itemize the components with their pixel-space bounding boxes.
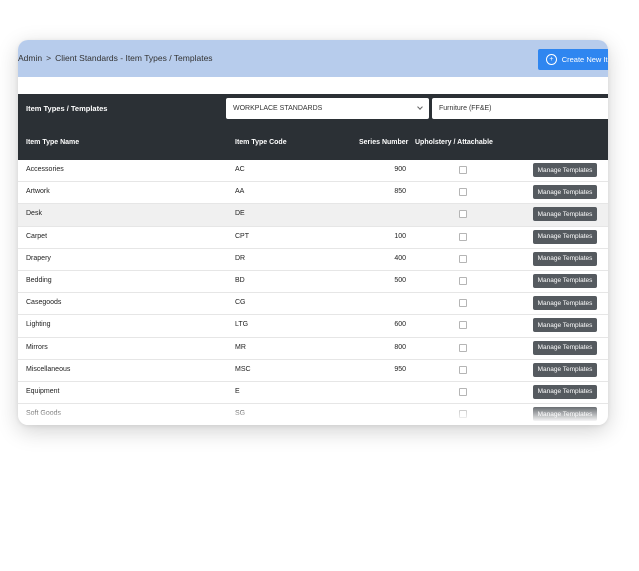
plus-circle-icon: + xyxy=(546,54,557,65)
table-row: Equipment E Manage Templates xyxy=(18,382,608,405)
manage-templates-button[interactable]: Manage Templates xyxy=(533,251,597,266)
manage-templates-button[interactable]: Manage Templates xyxy=(533,296,597,311)
table-header: Item Type Name Item Type Code Series Num… xyxy=(18,124,608,160)
category-select-value: Furniture (FF&E) xyxy=(439,105,492,112)
table-row: Drapery DR 400 Manage Templates xyxy=(18,249,608,271)
item-type-name: Carpet xyxy=(26,232,48,240)
standards-select[interactable]: WORKPLACE STANDARDS xyxy=(226,98,429,119)
upholstery-checkbox[interactable] xyxy=(459,254,467,263)
table-row: Mirrors MR 800 Manage Templates xyxy=(18,338,608,360)
item-type-name: Accessories xyxy=(26,166,64,173)
upholstery-checkbox[interactable] xyxy=(459,276,467,285)
item-type-name: Bedding xyxy=(26,276,52,284)
manage-templates-button[interactable]: Manage Templates xyxy=(533,273,597,288)
upholstery-checkbox[interactable] xyxy=(459,321,467,330)
chevron-down-icon xyxy=(417,104,423,110)
create-new-item-label: Create New Item xyxy=(561,55,608,64)
item-type-code: E xyxy=(235,387,240,395)
manage-templates-button[interactable]: Manage Templates xyxy=(533,384,597,399)
item-type-name: Miscellaneous xyxy=(26,365,71,373)
item-type-name: Mirrors xyxy=(26,343,48,351)
scroll-fade xyxy=(18,405,608,425)
filter-bar: Item Types / Templates WORKPLACE STANDAR… xyxy=(18,94,608,124)
standards-panel: Admin > Client Standards - Item Types / Te… xyxy=(18,40,608,425)
manage-templates-button[interactable]: Manage Templates xyxy=(533,185,597,200)
upholstery-checkbox[interactable] xyxy=(459,188,467,197)
column-header-name[interactable]: Item Type Name xyxy=(26,139,79,146)
item-type-code: CG xyxy=(235,299,246,307)
item-type-code: LTG xyxy=(235,321,249,329)
item-type-code: DE xyxy=(235,210,245,218)
series-number: 950 xyxy=(394,365,406,373)
item-type-name: Equipment xyxy=(26,387,60,395)
breadcrumb-current: Client Standards - Item Types / Template… xyxy=(55,53,213,63)
upholstery-checkbox[interactable] xyxy=(459,166,467,174)
item-type-code: DR xyxy=(235,254,246,262)
table-row: Miscellaneous MSC 950 Manage Templates xyxy=(18,360,608,382)
item-type-code: AC xyxy=(235,166,245,173)
series-number: 800 xyxy=(394,343,406,351)
column-header-upholstery[interactable]: Upholstery / Attachable xyxy=(415,139,493,146)
upholstery-checkbox[interactable] xyxy=(459,299,467,308)
series-number: 900 xyxy=(394,166,406,173)
standards-select-value: WORKPLACE STANDARDS xyxy=(233,105,323,112)
item-type-code: MSC xyxy=(235,365,251,373)
item-type-name: Drapery xyxy=(26,254,51,262)
category-select[interactable]: Furniture (FF&E) xyxy=(432,98,608,119)
manage-templates-button[interactable]: Manage Templates xyxy=(533,163,597,177)
table-row: Bedding BD 500 Manage Templates xyxy=(18,271,608,294)
item-type-name: Lighting xyxy=(26,321,51,329)
manage-templates-button[interactable]: Manage Templates xyxy=(533,362,597,377)
table-row: Desk DE Manage Templates xyxy=(18,204,608,227)
table-row: Casegoods CG Manage Templates xyxy=(18,293,608,316)
create-new-item-button[interactable]: + Create New Item xyxy=(538,49,608,70)
manage-templates-button[interactable]: Manage Templates xyxy=(533,318,597,333)
filter-label: Item Types / Templates xyxy=(26,104,108,113)
item-type-code: AA xyxy=(235,188,245,196)
upholstery-checkbox[interactable] xyxy=(459,365,467,374)
table-row: Lighting LTG 600 Manage Templates xyxy=(18,315,608,338)
breadcrumb-separator: > xyxy=(46,53,52,63)
item-type-code: BD xyxy=(235,276,245,284)
series-number: 500 xyxy=(394,276,406,284)
top-bar: Admin > Client Standards - Item Types / Te… xyxy=(18,40,608,77)
series-number: 850 xyxy=(394,188,406,196)
manage-templates-button[interactable]: Manage Templates xyxy=(533,229,597,244)
table-row: Artwork AA 850 Manage Templates xyxy=(18,182,608,205)
item-type-name: Desk xyxy=(26,210,42,218)
upholstery-checkbox[interactable] xyxy=(459,232,467,241)
table-row: Carpet CPT 100 Manage Templates xyxy=(18,227,608,249)
upholstery-checkbox[interactable] xyxy=(459,387,467,396)
manage-templates-button[interactable]: Manage Templates xyxy=(533,340,597,355)
manage-templates-button[interactable]: Manage Templates xyxy=(533,207,597,222)
table-body: Accessories AC 900 Manage Templates Artwork A… xyxy=(18,160,608,425)
column-header-code[interactable]: Item Type Code xyxy=(235,139,287,146)
item-type-code: MR xyxy=(235,343,246,351)
breadcrumb-admin[interactable]: Admin xyxy=(18,53,42,63)
series-number: 400 xyxy=(394,254,406,262)
item-type-name: Artwork xyxy=(26,188,50,196)
item-type-code: CPT xyxy=(235,232,249,240)
upholstery-checkbox[interactable] xyxy=(459,210,467,219)
item-type-name: Casegoods xyxy=(26,299,62,307)
series-number: 600 xyxy=(394,321,406,329)
upholstery-checkbox[interactable] xyxy=(459,343,467,352)
table-row: Accessories AC 900 Manage Templates xyxy=(18,160,608,183)
series-number: 100 xyxy=(394,232,406,240)
breadcrumb: Admin > Client Standards - Item Types / Te… xyxy=(18,53,213,63)
column-header-series[interactable]: Series Number xyxy=(359,139,408,146)
